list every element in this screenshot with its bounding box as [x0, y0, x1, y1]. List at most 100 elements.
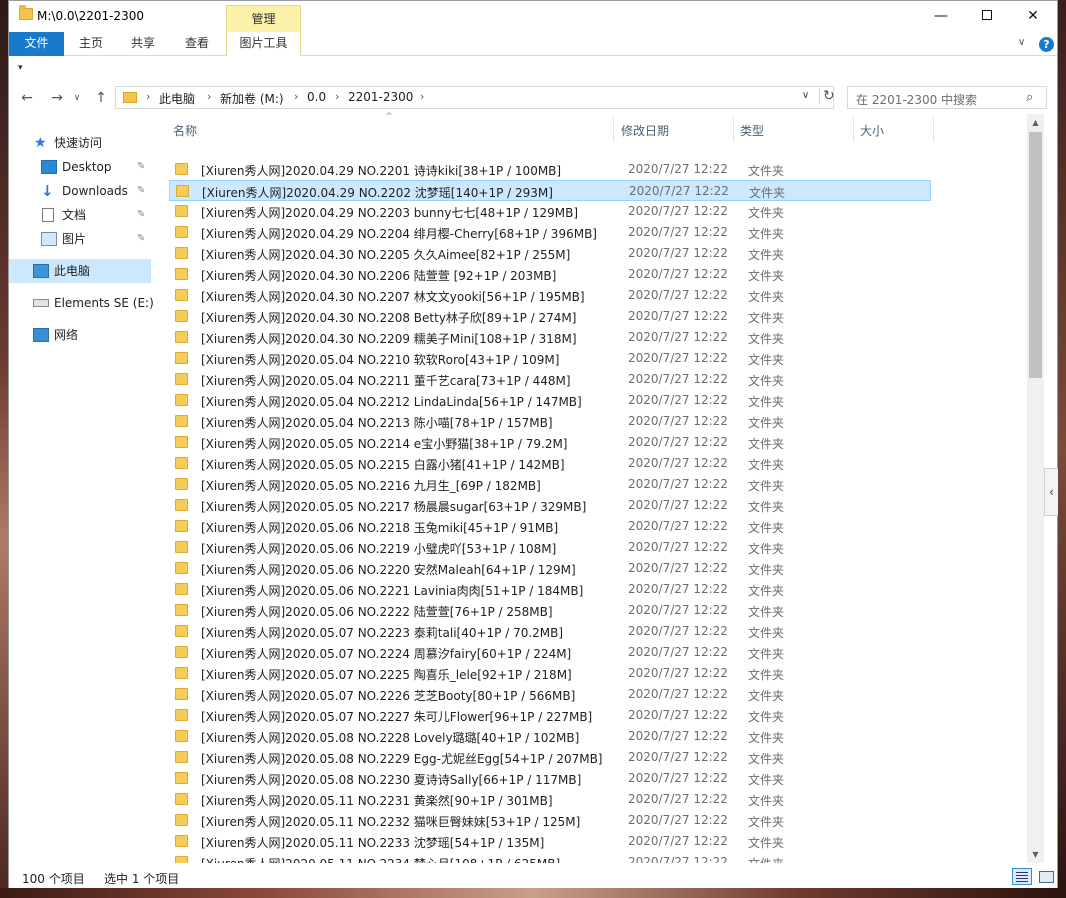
nav-network[interactable]: 网络	[9, 323, 157, 347]
pin-icon[interactable]: ✎	[137, 203, 145, 227]
nav-this-pc[interactable]: 此电脑	[9, 259, 151, 283]
file-row[interactable]: [Xiuren秀人网]2020.05.06 NO.2218 玉兔miki[45+…	[169, 516, 931, 537]
breadcrumb-separator[interactable]: ›	[207, 90, 211, 103]
up-button[interactable]: ↑	[91, 88, 111, 108]
file-date-modified: 2020/7/27 12:22	[628, 771, 728, 785]
file-date-modified: 2020/7/27 12:22	[628, 435, 728, 449]
file-row[interactable]: [Xiuren秀人网]2020.05.06 NO.2221 Lavinia肉肉[…	[169, 579, 931, 600]
column-divider[interactable]	[613, 116, 614, 142]
tab-view[interactable]: 查看	[179, 32, 215, 56]
search-input[interactable]: 在 2201-2300 中搜索 ⌕	[847, 86, 1047, 109]
breadcrumb-this-pc[interactable]: 此电脑	[159, 90, 195, 107]
breadcrumb-drive[interactable]: 新加卷 (M:)	[220, 90, 284, 107]
file-row[interactable]: [Xiuren秀人网]2020.04.29 NO.2203 bunny七七[48…	[169, 201, 931, 222]
column-divider[interactable]	[853, 116, 854, 142]
column-type[interactable]: 类型	[740, 122, 764, 139]
recent-locations-button[interactable]: ∨	[71, 88, 83, 108]
scroll-up-icon[interactable]: ▲	[1027, 114, 1044, 131]
file-row[interactable]: [Xiuren秀人网]2020.05.08 NO.2228 Lovely璐璐[4…	[169, 726, 931, 747]
file-row[interactable]: [Xiuren秀人网]2020.05.04 NO.2211 董千艺cara[73…	[169, 369, 931, 390]
forward-button[interactable]: →	[47, 88, 67, 108]
address-bar[interactable]: › 此电脑 › 新加卷 (M:) › 0.0 › 2201-2300 › ∨ ↻	[115, 86, 835, 109]
file-row[interactable]: [Xiuren秀人网]2020.05.08 NO.2230 夏诗诗Sally[6…	[169, 768, 931, 789]
file-row[interactable]: [Xiuren秀人网]2020.05.06 NO.2220 安然Maleah[6…	[169, 558, 931, 579]
manage-tab[interactable]: 管理	[226, 5, 301, 33]
file-row[interactable]: [Xiuren秀人网]2020.05.07 NO.2224 周慕汐fairy[6…	[169, 642, 931, 663]
file-name: [Xiuren秀人网]2020.05.08 NO.2228 Lovely璐璐[4…	[201, 731, 580, 745]
maximize-button[interactable]	[964, 1, 1010, 32]
column-header: ^ 名称 修改日期 类型 大小	[157, 112, 1027, 144]
file-row[interactable]: [Xiuren秀人网]2020.05.05 NO.2216 九月生_[69P /…	[169, 474, 931, 495]
column-size[interactable]: 大小	[860, 122, 884, 139]
file-row[interactable]: [Xiuren秀人网]2020.04.30 NO.2209 糯美子Mini[10…	[169, 327, 931, 348]
expand-ribbon-icon[interactable]: ∨	[1018, 37, 1025, 48]
tab-share[interactable]: 共享	[125, 32, 161, 56]
file-name: [Xiuren秀人网]2020.05.07 NO.2224 周慕汐fairy[6…	[201, 647, 572, 661]
help-icon[interactable]: ?	[1039, 37, 1054, 52]
column-name[interactable]: 名称	[173, 122, 197, 139]
file-row[interactable]: [Xiuren秀人网]2020.05.11 NO.2231 黄楽然[90+1P …	[169, 789, 931, 810]
file-row[interactable]: [Xiuren秀人网]2020.05.11 NO.2233 沈梦瑶[54+1P …	[169, 831, 931, 852]
scroll-down-icon[interactable]: ▼	[1027, 846, 1044, 863]
large-icons-view-icon[interactable]	[1036, 868, 1056, 885]
file-row[interactable]: [Xiuren秀人网]2020.05.04 NO.2210 软软Roro[43+…	[169, 348, 931, 369]
tab-picture-tools[interactable]: 图片工具	[226, 32, 301, 56]
file-row[interactable]: [Xiuren秀人网]2020.04.30 NO.2208 Betty林子欣[8…	[169, 306, 931, 327]
vertical-scrollbar[interactable]: ▲ ▼	[1027, 114, 1044, 863]
file-date-modified: 2020/7/27 12:22	[628, 267, 728, 281]
file-row[interactable]: [Xiuren秀人网]2020.05.07 NO.2227 朱可儿Flower[…	[169, 705, 931, 726]
nav-documents[interactable]: 文档 ✎	[9, 203, 157, 227]
column-date-modified[interactable]: 修改日期	[621, 122, 669, 139]
breadcrumb-separator[interactable]: ›	[335, 90, 339, 103]
file-row[interactable]: [Xiuren秀人网]2020.05.06 NO.2219 小璧虎吖[53+1P…	[169, 537, 931, 558]
nav-pictures[interactable]: 图片 ✎	[9, 227, 157, 251]
scrollbar-thumb[interactable]	[1029, 132, 1042, 378]
nav-quick-access[interactable]: ★ 快速访问	[9, 131, 157, 155]
tab-home[interactable]: 主页	[73, 32, 109, 56]
breadcrumb-separator[interactable]: ›	[420, 90, 424, 103]
pin-icon[interactable]: ✎	[137, 179, 145, 203]
nav-downloads[interactable]: ↓ Downloads ✎	[9, 179, 157, 203]
file-row[interactable]: [Xiuren秀人网]2020.04.30 NO.2207 林文文yooki[5…	[169, 285, 931, 306]
column-divider[interactable]	[933, 116, 934, 142]
file-row[interactable]: [Xiuren秀人网]2020.05.07 NO.2226 芝芝Booty[80…	[169, 684, 931, 705]
nav-desktop[interactable]: Desktop ✎	[9, 155, 157, 179]
pin-icon[interactable]: ✎	[137, 155, 145, 179]
search-icon[interactable]: ⌕	[1026, 90, 1033, 105]
pin-icon[interactable]: ✎	[137, 227, 145, 251]
file-row[interactable]: [Xiuren秀人网]2020.05.04 NO.2213 陈小喵[78+1P …	[169, 411, 931, 432]
address-dropdown-icon[interactable]: ∨	[802, 90, 809, 101]
file-row[interactable]: [Xiuren秀人网]2020.04.29 NO.2202 沈梦瑶[140+1P…	[169, 180, 931, 201]
file-row[interactable]: [Xiuren秀人网]2020.05.07 NO.2223 泰莉tali[40+…	[169, 621, 931, 642]
file-row[interactable]: [Xiuren秀人网]2020.04.29 NO.2204 绯月樱-Cherry…	[169, 222, 931, 243]
file-row[interactable]: [Xiuren秀人网]2020.04.30 NO.2206 陆萱萱 [92+1P…	[169, 264, 931, 285]
nav-external-drive[interactable]: Elements SE (E:)	[9, 291, 157, 315]
breadcrumb-folder-0-0[interactable]: 0.0	[307, 90, 326, 104]
preview-pane-toggle[interactable]: ‹	[1044, 468, 1058, 516]
column-divider[interactable]	[733, 116, 734, 142]
title-bar[interactable]: M:\0.0\2201-2300 管理 — ✕	[9, 1, 1057, 33]
file-row[interactable]: [Xiuren秀人网]2020.05.05 NO.2217 杨晨晨sugar[6…	[169, 495, 931, 516]
close-button[interactable]: ✕	[1010, 1, 1056, 32]
file-row[interactable]: [Xiuren秀人网]2020.05.05 NO.2215 白露小猪[41+1P…	[169, 453, 931, 474]
back-button[interactable]: ←	[17, 88, 37, 108]
details-view-icon[interactable]	[1012, 868, 1032, 885]
file-date-modified: 2020/7/27 12:22	[628, 519, 728, 533]
breadcrumb-separator[interactable]: ›	[294, 90, 298, 103]
tab-file[interactable]: 文件	[9, 32, 64, 56]
drive-icon	[33, 299, 49, 307]
file-row[interactable]: [Xiuren秀人网]2020.04.29 NO.2201 诗诗kiki[38+…	[169, 159, 931, 180]
file-row[interactable]: [Xiuren秀人网]2020.05.08 NO.2229 Egg-尤妮丝Egg…	[169, 747, 931, 768]
file-row[interactable]: [Xiuren秀人网]2020.05.11 NO.2232 猫咪巨臀妹妹[53+…	[169, 810, 931, 831]
file-row[interactable]: [Xiuren秀人网]2020.04.30 NO.2205 久久Aimee[82…	[169, 243, 931, 264]
file-row[interactable]: [Xiuren秀人网]2020.05.07 NO.2225 陶喜乐_lele[9…	[169, 663, 931, 684]
breadcrumb-separator[interactable]: ›	[146, 90, 150, 103]
minimize-button[interactable]: —	[918, 1, 964, 32]
customize-toolbar-icon[interactable]: ▾	[18, 63, 23, 73]
file-row[interactable]: [Xiuren秀人网]2020.05.04 NO.2212 LindaLinda…	[169, 390, 931, 411]
file-date-modified: 2020/7/27 12:22	[628, 750, 728, 764]
file-row[interactable]: [Xiuren秀人网]2020.05.06 NO.2222 陆萱萱[76+1P …	[169, 600, 931, 621]
file-row[interactable]: [Xiuren秀人网]2020.05.05 NO.2214 e宝小野猫[38+1…	[169, 432, 931, 453]
breadcrumb-current-folder[interactable]: 2201-2300	[348, 90, 413, 104]
refresh-icon[interactable]: ↻	[819, 88, 835, 104]
